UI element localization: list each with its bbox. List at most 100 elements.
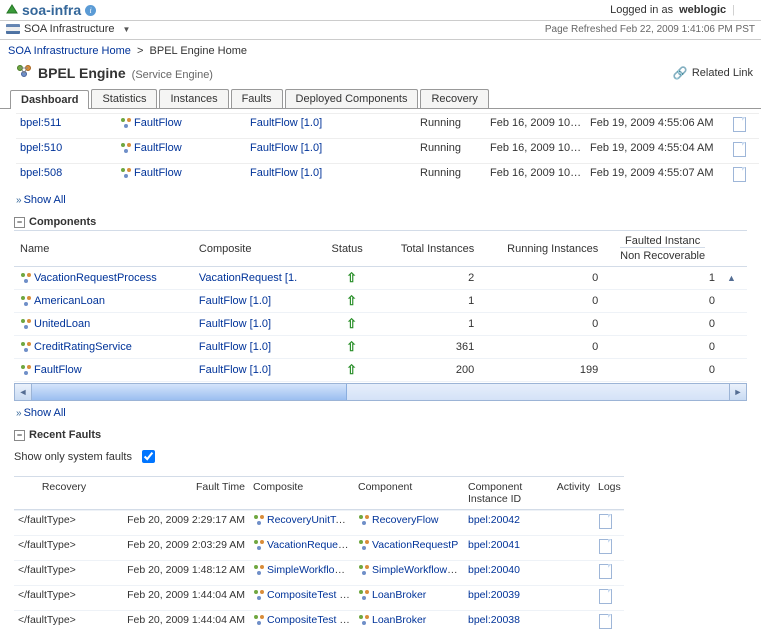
running-instances: 199 [480,359,604,382]
log-icon[interactable] [599,589,612,604]
tab-statistics[interactable]: Statistics [91,89,157,108]
fault-activity [539,560,594,585]
tab-deployed-components[interactable]: Deployed Components [285,89,419,108]
table-row: AmericanLoanFaultFlow [1.0]⇧100 [14,290,747,313]
log-icon[interactable] [599,564,612,579]
fault-composite: CompositeTest [1.0] [249,585,354,610]
fault-activity [539,610,594,635]
fault-time: Feb 20, 2009 2:03:29 AM [114,535,249,560]
fault-component: RecoveryFlow [354,510,464,535]
fault-cid[interactable]: bpel:20038 [468,614,520,626]
system-faults-checkbox[interactable] [142,450,155,463]
instance-composite[interactable]: FaultFlow [1.0] [250,142,322,154]
running-instances: 0 [480,336,604,359]
log-icon[interactable] [599,539,612,554]
col-time: Fault Time [114,476,249,510]
infra-icon [6,24,20,34]
scroll-left-icon[interactable]: ◄ [14,383,32,401]
bpel-icon [20,318,32,330]
fault-component: VacationRequestP [354,535,464,560]
component-composite[interactable]: FaultFlow [1.0] [199,318,271,330]
system-faults-label: Show only system faults [14,451,132,463]
dropdown-arrow-icon: ▼ [122,25,130,34]
fault-composite: RecoveryUnitTest [1.0 [249,510,354,535]
component-composite[interactable]: VacationRequest [1. [199,272,297,284]
instances-table: bpel:511 FaultFlow FaultFlow [1.0] Runni… [0,109,761,190]
infra-menu[interactable]: SOA Infrastructure ▼ [6,23,130,35]
chevron-right-icon: » [16,408,20,419]
fault-cid[interactable]: bpel:20039 [468,589,520,601]
scroll-right-icon[interactable]: ► [729,383,747,401]
faults-table: Recovery Fault Time Composite Component … [0,472,761,637]
composite-icon [253,514,265,526]
col-composite: Composite [249,476,354,510]
page-subtitle: (Service Engine) [132,69,213,81]
target-title: soa-infra [22,2,81,18]
fault-cid[interactable]: bpel:20040 [468,564,520,576]
show-all-instances[interactable]: » Show All [0,190,761,210]
up-arrow-icon [6,4,18,16]
component-composite[interactable]: FaultFlow [1.0] [199,341,271,353]
instance-state: Running [416,163,486,188]
tab-instances[interactable]: Instances [159,89,228,108]
instance-start: Feb 16, 2009 10:38: [486,163,586,188]
composite-icon [253,539,265,551]
logged-in-label: Logged in as [610,4,673,16]
instance-name[interactable]: FaultFlow [134,117,182,129]
nonrecoverable: 0 [604,290,721,313]
component-name[interactable]: UnitedLoan [34,318,90,330]
related-links[interactable]: 🔗 Related Link [673,66,753,80]
instance-name[interactable]: FaultFlow [134,167,182,179]
component-composite[interactable]: FaultFlow [1.0] [199,295,271,307]
component-name[interactable]: AmericanLoan [34,295,105,307]
tab-recovery[interactable]: Recovery [420,89,488,108]
fault-composite: VacationRequest [1. [249,535,354,560]
fault-activity [539,535,594,560]
fault-cid[interactable]: bpel:20041 [468,539,520,551]
component-composite[interactable]: FaultFlow [1.0] [199,364,271,376]
collapse-icon[interactable]: − [14,430,25,441]
instance-id[interactable]: bpel:508 [20,167,62,179]
preferences-icon[interactable] [741,3,755,17]
table-row: CreditRatingServiceFaultFlow [1.0]⇧36100 [14,336,747,359]
log-icon[interactable] [599,514,612,529]
table-row: UnitedLoanFaultFlow [1.0]⇧100 [14,313,747,336]
status-up-icon: ⇧ [346,270,357,285]
instance-name[interactable]: FaultFlow [134,142,182,154]
log-icon[interactable] [733,167,746,182]
instance-composite[interactable]: FaultFlow [1.0] [250,117,322,129]
subbar: SOA Infrastructure ▼ Page Refreshed Feb … [0,21,761,40]
instance-id[interactable]: bpel:511 [20,117,61,129]
log-icon[interactable] [733,142,746,157]
scroll-thumb[interactable] [32,384,347,400]
instance-composite[interactable]: FaultFlow [1.0] [250,167,322,179]
breadcrumb-home[interactable]: SOA Infrastructure Home [8,45,131,57]
fault-cid[interactable]: bpel:20042 [468,514,520,526]
col-composite: Composite [193,231,326,267]
faults-filter: Show only system faults [0,443,761,472]
scroll-up-icon[interactable]: ▲ [727,273,736,283]
col-name: Name [14,231,193,267]
fault-composite: CompositeTest [1.0] [249,610,354,635]
log-icon[interactable] [733,117,746,132]
collapse-icon[interactable]: − [14,217,25,228]
info-icon[interactable]: i [85,5,96,16]
fault-recovery: </faultType> [14,560,114,585]
status-up-icon: ⇧ [346,293,357,308]
show-all-components[interactable]: » Show All [0,403,761,423]
col-activity: Activity [539,476,594,510]
component-name[interactable]: CreditRatingService [34,341,132,353]
running-instances: 0 [480,313,604,336]
component-name[interactable]: VacationRequestProcess [34,272,157,284]
component-name[interactable]: FaultFlow [34,364,82,376]
scroll-track[interactable] [32,383,729,401]
bpel-icon [358,539,370,551]
tab-dashboard[interactable]: Dashboard [10,90,89,109]
fault-activity [539,510,594,535]
instance-id[interactable]: bpel:510 [20,142,62,154]
tab-faults[interactable]: Faults [231,89,283,108]
log-icon[interactable] [599,614,612,629]
instance-start: Feb 16, 2009 10:38: [486,113,586,138]
horizontal-scrollbar[interactable]: ◄ ► [14,383,747,401]
col-status: Status [326,231,378,267]
